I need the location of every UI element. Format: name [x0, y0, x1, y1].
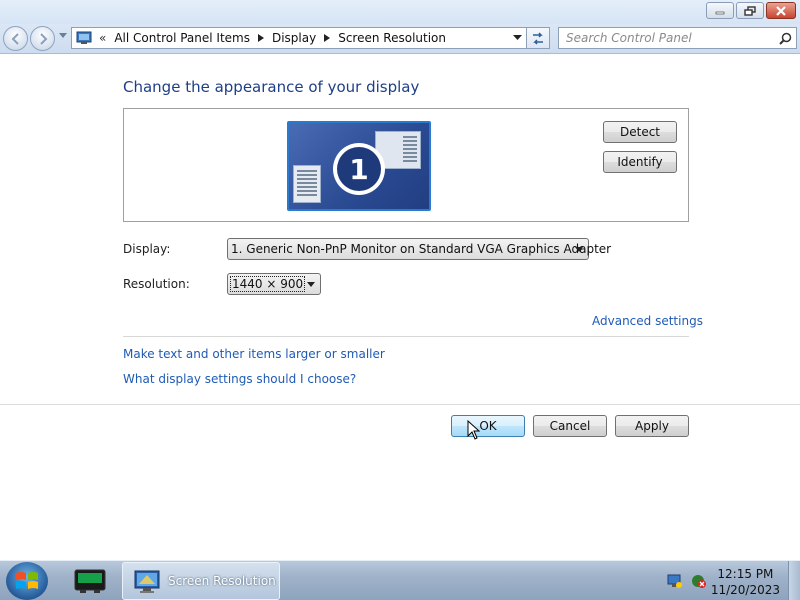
taskbar-screen-resolution-task[interactable]: Screen Resolution	[122, 562, 280, 600]
title-bar	[0, 0, 800, 24]
monitor-1-thumbnail[interactable]: 1	[287, 121, 431, 211]
divider	[0, 404, 800, 405]
page-title: Change the appearance of your display	[123, 78, 420, 96]
display-label: Display:	[123, 242, 171, 256]
restore-button[interactable]	[736, 2, 764, 19]
breadcrumb-separator-icon[interactable]	[257, 34, 264, 42]
network-icon[interactable]	[667, 573, 683, 589]
text-size-link[interactable]: Make text and other items larger or smal…	[123, 347, 385, 361]
recent-pages-dropdown[interactable]	[59, 33, 67, 39]
resolution-dropdown-value: 1440 × 900	[230, 276, 306, 292]
search-placeholder: Search Control Panel	[566, 31, 692, 45]
chevron-down-icon	[575, 247, 583, 252]
address-bar[interactable]: « All Control Panel Items Display Screen…	[71, 27, 527, 49]
restore-icon	[744, 5, 756, 16]
preview-window-icon	[293, 165, 321, 203]
taskbar: Screen Resolution 12:15 PM 11/20/2023	[0, 560, 800, 600]
display-dropdown[interactable]: 1. Generic Non-PnP Monitor on Standard V…	[227, 238, 611, 260]
taskbar-task-title: Screen Resolution	[168, 574, 276, 588]
minimize-button[interactable]	[706, 2, 734, 19]
refresh-icon	[533, 32, 543, 45]
ok-button[interactable]: OK	[451, 415, 525, 437]
close-icon	[776, 5, 786, 16]
detect-button[interactable]: Detect	[603, 121, 677, 143]
search-icon[interactable]	[779, 32, 792, 45]
display-dropdown-value: 1. Generic Non-PnP Monitor on Standard V…	[231, 242, 612, 256]
display-settings-icon	[134, 570, 160, 593]
refresh-button[interactable]	[527, 27, 550, 49]
search-box[interactable]: Search Control Panel	[558, 27, 797, 49]
breadcrumb-display[interactable]: Display	[272, 31, 316, 45]
system-clock[interactable]: 12:15 PM 11/20/2023	[711, 566, 780, 598]
forward-button[interactable]	[30, 26, 55, 51]
window-controls	[706, 2, 796, 19]
back-arrow-icon	[11, 33, 19, 45]
mouse-cursor-icon	[467, 420, 481, 440]
pinned-app-button[interactable]	[66, 563, 114, 599]
close-button[interactable]	[766, 2, 796, 19]
resolution-dropdown[interactable]: 1440 × 900	[227, 273, 321, 295]
breadcrumb-separator-icon[interactable]	[324, 34, 331, 42]
clock-date: 11/20/2023	[710, 583, 780, 597]
control-panel-icon	[76, 31, 92, 44]
monitor-number-badge: 1	[333, 143, 385, 195]
minimize-icon	[715, 11, 725, 14]
monitor-number: 1	[337, 147, 381, 191]
forward-arrow-icon	[40, 33, 48, 45]
breadcrumb-screen-resolution[interactable]: Screen Resolution	[338, 31, 446, 45]
address-overflow-chevron[interactable]: «	[99, 31, 106, 45]
resolution-label: Resolution:	[123, 277, 190, 291]
clock-time: 12:15 PM	[717, 567, 774, 581]
action-center-icon[interactable]	[691, 573, 707, 589]
divider	[123, 336, 689, 337]
monitor-arrangement-panel: 1 Detect Identify	[123, 108, 689, 222]
navigation-bar: « All Control Panel Items Display Screen…	[0, 24, 800, 54]
chevron-down-icon	[307, 282, 315, 287]
display-settings-help-link[interactable]: What display settings should I choose?	[123, 372, 356, 386]
cancel-button[interactable]: Cancel	[533, 415, 607, 437]
apply-button[interactable]: Apply	[615, 415, 689, 437]
start-button[interactable]	[6, 562, 48, 600]
advanced-settings-link[interactable]: Advanced settings	[592, 314, 703, 328]
back-button[interactable]	[3, 26, 28, 51]
show-desktop-button[interactable]	[788, 561, 800, 600]
terminal-app-icon	[74, 569, 106, 593]
address-history-dropdown-icon[interactable]	[513, 35, 522, 41]
identify-button[interactable]: Identify	[603, 151, 677, 173]
breadcrumb-all-control-panel-items[interactable]: All Control Panel Items	[114, 31, 250, 45]
windows-logo-icon	[16, 572, 38, 589]
